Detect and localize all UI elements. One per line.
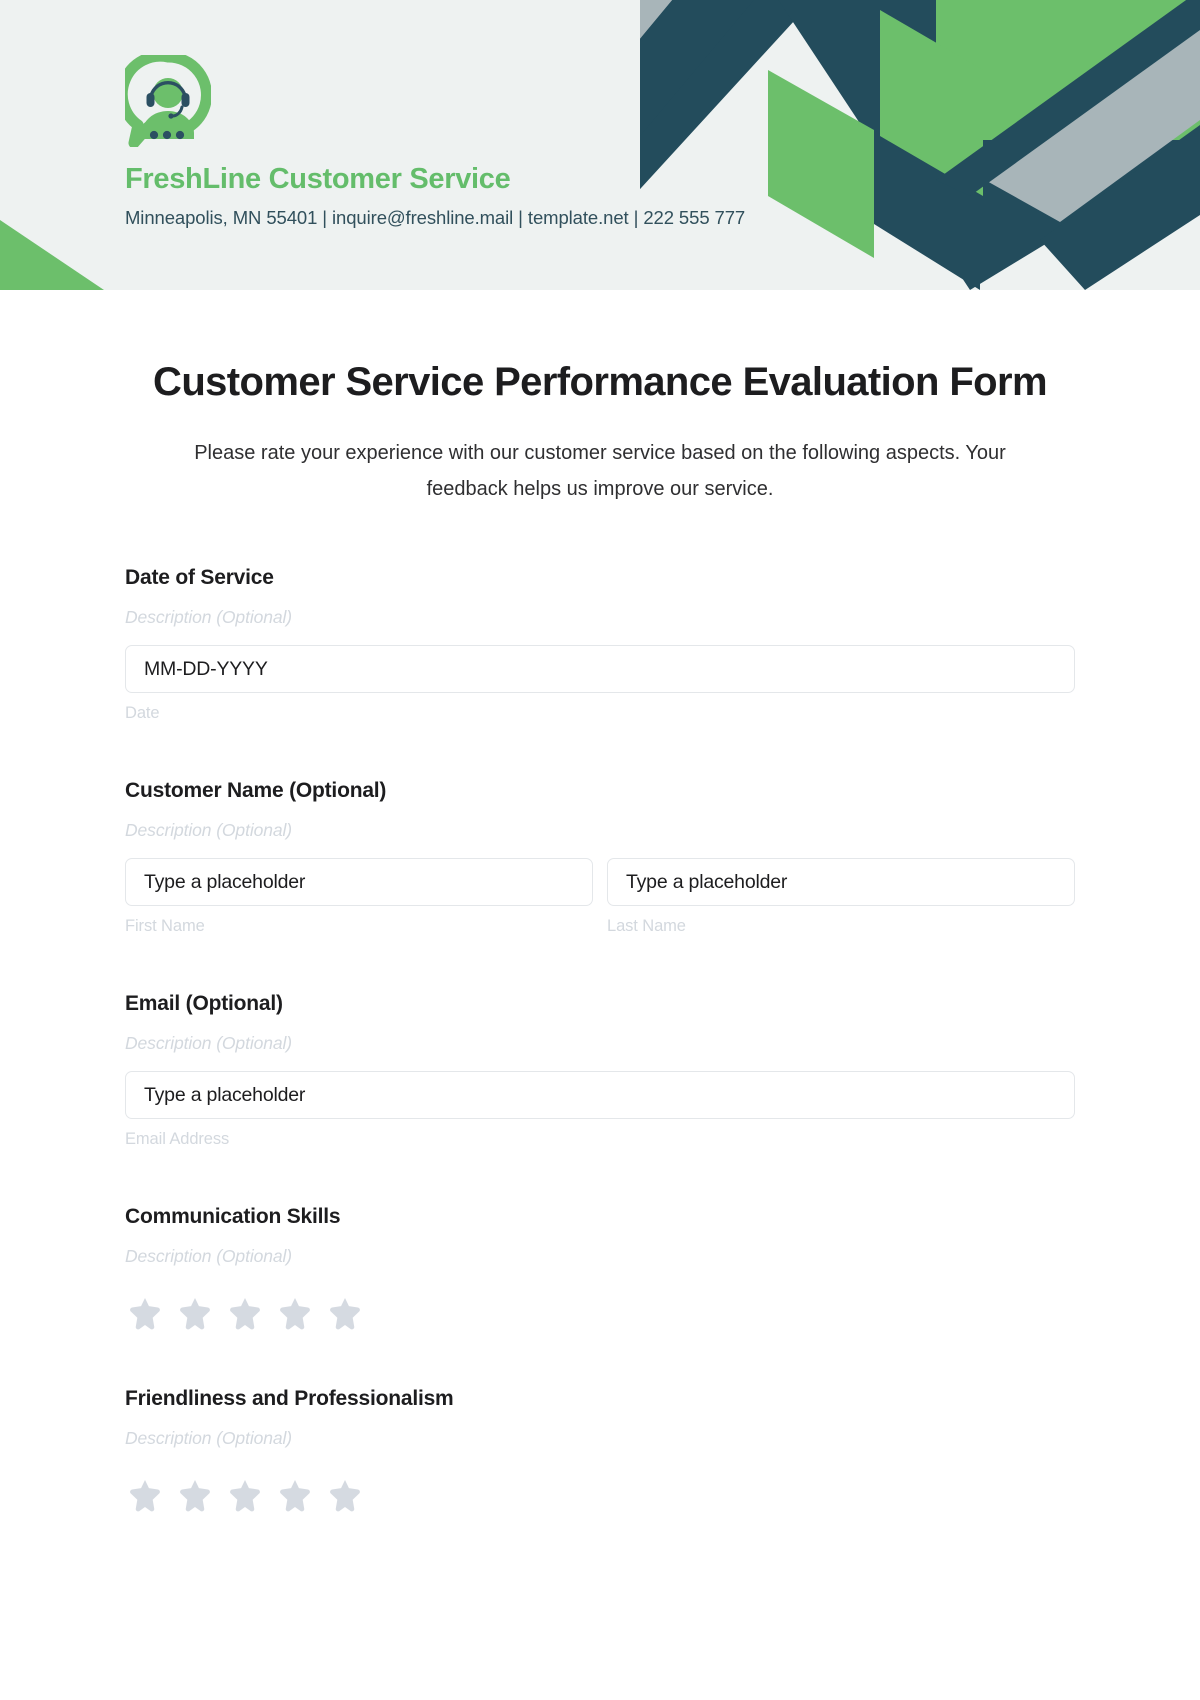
star-icon[interactable] bbox=[227, 1296, 263, 1331]
page-title: Customer Service Performance Evaluation … bbox=[153, 360, 1048, 404]
letterhead-header: FreshLine Customer Service Minneapolis, … bbox=[0, 0, 1200, 290]
input-column: Type a placeholder First Name bbox=[125, 858, 593, 936]
field-label: Communication Skills bbox=[125, 1205, 341, 1229]
form-field: Customer Name (Optional) Description (Opt… bbox=[125, 779, 1075, 936]
brand-name: FreshLine Customer Service bbox=[125, 163, 511, 195]
field-label: Customer Name (Optional) bbox=[125, 779, 387, 803]
star-icon[interactable] bbox=[277, 1296, 313, 1331]
input-sub-label: Last Name bbox=[607, 917, 686, 936]
input-column: MM-DD-YYYY Date bbox=[125, 645, 1075, 723]
form-subtitle: Please rate your experience with our cus… bbox=[194, 442, 1006, 500]
form-fields-list: Date of Service Description (Optional) MM-… bbox=[125, 566, 1075, 1513]
customer-support-headset-speech-bubble-icon bbox=[125, 55, 211, 147]
field-description[interactable]: Description (Optional) bbox=[125, 820, 1075, 841]
field-label: Friendliness and Professionalism bbox=[125, 1387, 454, 1411]
star-icon[interactable] bbox=[277, 1478, 313, 1513]
star-icon[interactable] bbox=[127, 1478, 163, 1513]
field-description[interactable]: Description (Optional) bbox=[125, 1428, 1075, 1449]
input-row: Type a placeholder First Name Type a place… bbox=[125, 858, 1075, 936]
star-icon[interactable] bbox=[227, 1478, 263, 1513]
last-name-input[interactable]: Type a placeholder bbox=[607, 858, 1075, 907]
communication-skills-rating bbox=[125, 1296, 1075, 1331]
input-row: MM-DD-YYYY Date bbox=[125, 645, 1075, 723]
field-description[interactable]: Description (Optional) bbox=[125, 607, 1075, 628]
form-page: FreshLine Customer Service Minneapolis, … bbox=[0, 0, 1200, 1700]
field-description[interactable]: Description (Optional) bbox=[125, 1246, 1075, 1267]
input-sub-label: First Name bbox=[125, 917, 205, 936]
form-field: Date of Service Description (Optional) MM-… bbox=[125, 566, 1075, 723]
input-sub-label: Email Address bbox=[125, 1130, 230, 1149]
field-label: Email (Optional) bbox=[125, 992, 283, 1016]
input-row: Type a placeholder Email Address bbox=[125, 1071, 1075, 1149]
email-address-input[interactable]: Type a placeholder bbox=[125, 1071, 1075, 1120]
input-column: Type a placeholder Last Name bbox=[607, 858, 1075, 936]
corner-triangle-accent bbox=[0, 220, 104, 290]
date-of-service-input[interactable]: MM-DD-YYYY bbox=[125, 645, 1075, 694]
brand-contact-line: Minneapolis, MN 55401 | inquire@freshlin… bbox=[125, 207, 746, 228]
form-field: Email (Optional) Description (Optional) Ty… bbox=[125, 992, 1075, 1149]
star-icon[interactable] bbox=[177, 1296, 213, 1331]
field-label: Date of Service bbox=[125, 566, 274, 590]
form-field: Friendliness and Professionalism Descript… bbox=[125, 1387, 1075, 1513]
star-icon[interactable] bbox=[177, 1478, 213, 1513]
first-name-input[interactable]: Type a placeholder bbox=[125, 858, 593, 907]
input-column: Type a placeholder Email Address bbox=[125, 1071, 1075, 1149]
form-content: Customer Service Performance Evaluation … bbox=[0, 357, 1200, 1513]
star-icon[interactable] bbox=[127, 1296, 163, 1331]
friendliness-and-professionalism-rating bbox=[125, 1478, 1075, 1513]
star-icon[interactable] bbox=[327, 1478, 363, 1513]
form-field: Communication Skills Description (Optiona… bbox=[125, 1205, 1075, 1331]
input-sub-label: Date bbox=[125, 704, 160, 723]
star-icon[interactable] bbox=[327, 1296, 363, 1331]
field-description[interactable]: Description (Optional) bbox=[125, 1033, 1075, 1054]
